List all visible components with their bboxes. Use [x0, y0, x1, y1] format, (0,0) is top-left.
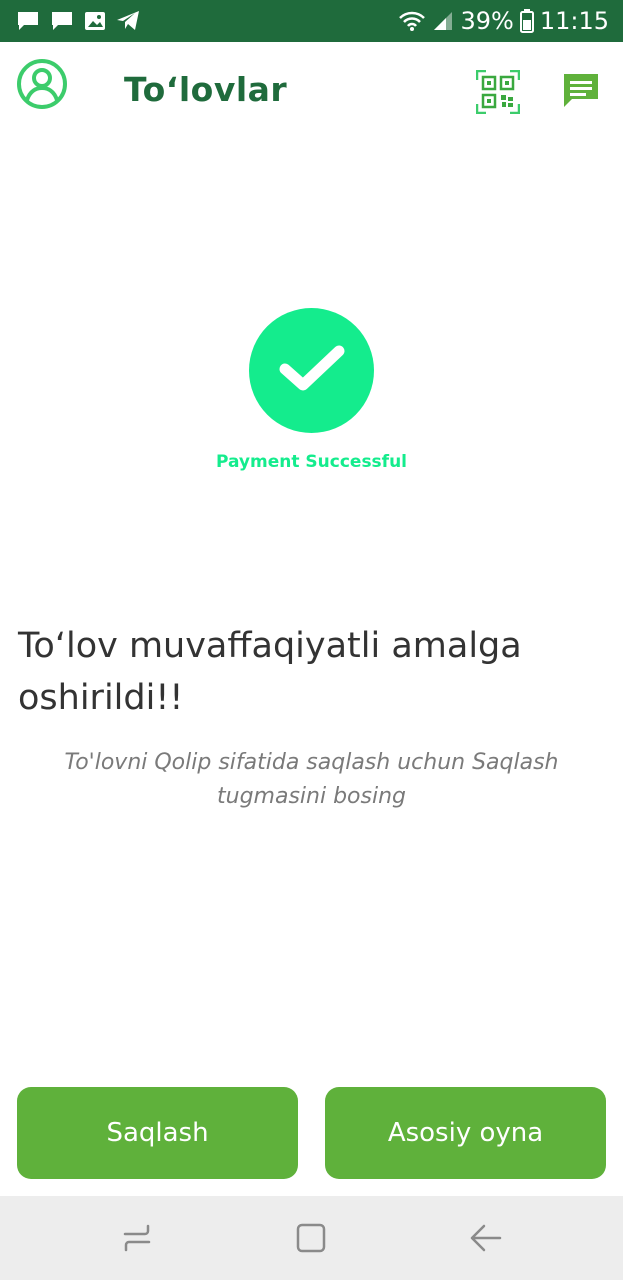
chat-icon[interactable]: [562, 72, 600, 110]
chat-notification-icon: [16, 10, 40, 32]
profile-icon[interactable]: [16, 58, 68, 110]
clock: 11:15: [539, 7, 609, 35]
navigation-bar: [0, 1196, 623, 1280]
signal-icon: [432, 10, 454, 32]
page-title: To‘lovlar: [124, 70, 288, 109]
system-status: 39% 11:15: [398, 7, 609, 35]
home-screen-button[interactable]: Asosiy oyna: [325, 1087, 606, 1179]
home-icon[interactable]: [293, 1220, 329, 1256]
recent-apps-icon[interactable]: [119, 1220, 155, 1256]
telegram-icon: [116, 10, 140, 32]
wifi-icon: [398, 10, 426, 32]
battery-icon: [519, 9, 534, 33]
battery-percentage: 39%: [460, 7, 514, 35]
image-notification-icon: [84, 11, 106, 31]
success-badge: [249, 308, 374, 433]
qr-code-icon[interactable]: [475, 69, 521, 115]
app-header: To‘lovlar: [0, 42, 623, 142]
back-icon[interactable]: [468, 1220, 504, 1256]
save-hint: To'lovni Qolip sifatida saqlash uchun Sa…: [64, 750, 559, 809]
status-bar: 39% 11:15: [0, 0, 623, 42]
checkmark-icon: [277, 343, 347, 398]
message-notification-icon: [50, 10, 74, 32]
save-button[interactable]: Saqlash: [17, 1087, 298, 1179]
payment-status-label: Payment Successful: [215, 452, 408, 472]
notification-icons: [16, 10, 140, 32]
success-message: To‘lov muvaffaqiyatli amalga oshirildi!!: [18, 626, 522, 718]
